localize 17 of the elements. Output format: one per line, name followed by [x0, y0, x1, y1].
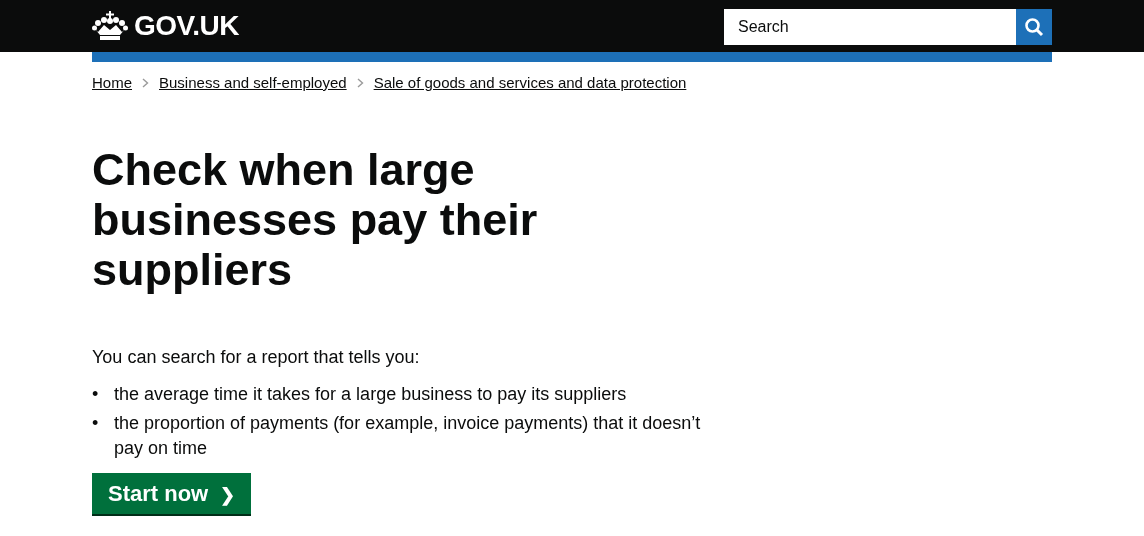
- breadcrumb-link[interactable]: Sale of goods and services and data protection: [373, 74, 687, 91]
- search-field[interactable]: Search: [724, 9, 1016, 45]
- breadcrumb-link[interactable]: Business and self-employed: [159, 74, 347, 91]
- breadcrumb-link[interactable]: Home: [92, 74, 132, 91]
- bullet-marker: •: [92, 383, 100, 406]
- gov-uk-logo[interactable]: GOV.UK: [92, 10, 239, 42]
- start-button[interactable]: Start now ❯: [92, 473, 252, 514]
- search-icon: [1024, 17, 1044, 37]
- bullet-marker: •: [92, 412, 100, 435]
- bullet-item: the average time it takes for a large business to pay its suppliers: [114, 383, 628, 406]
- page-title: Check when large businesses pay their suppliers: [92, 145, 539, 295]
- crown-icon: [92, 11, 128, 41]
- chevron-icon: [142, 77, 149, 88]
- intro-text: You can search for a report that tells you:: [92, 347, 421, 368]
- bullet-item: the proportion of payments (for example, invoice payments) that it doesn’t pay on time: [114, 412, 702, 460]
- search-button[interactable]: [1016, 9, 1052, 45]
- chevron-icon: [356, 77, 364, 88]
